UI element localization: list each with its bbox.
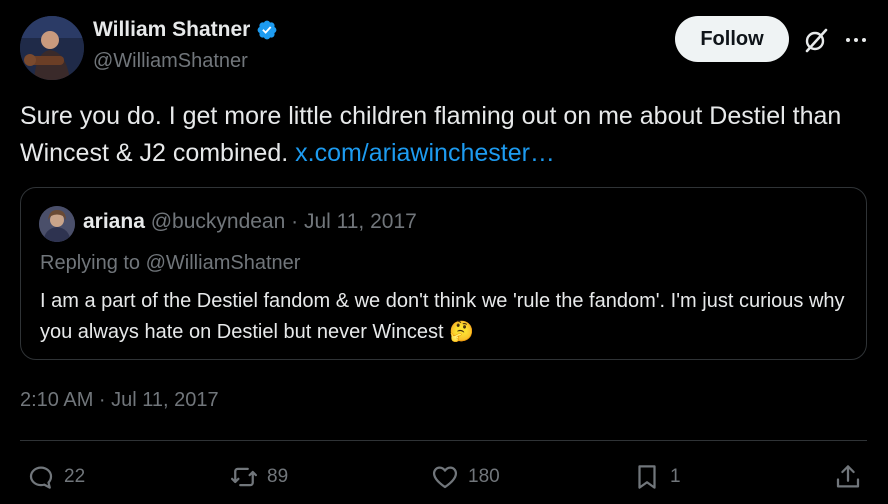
reply-icon	[29, 466, 53, 489]
follow-button[interactable]: Follow	[675, 16, 789, 62]
verified-badge-icon	[257, 20, 277, 40]
tweet-text: Sure you do. I get more little children …	[20, 98, 870, 172]
share-icon	[836, 465, 860, 488]
tweet-timestamp[interactable]: 2:10 AM · Jul 11, 2017	[20, 389, 219, 412]
reply-button[interactable]: 22	[26, 462, 85, 492]
like-button[interactable]: 180	[430, 462, 500, 492]
grok-icon[interactable]	[803, 27, 829, 53]
repost-count: 89	[267, 466, 289, 487]
like-count: 180	[468, 466, 500, 487]
bookmark-count: 1	[670, 466, 681, 487]
author-avatar[interactable]	[20, 16, 84, 80]
quote-author-name[interactable]: ariana	[83, 210, 145, 233]
more-dots-icon[interactable]	[842, 27, 870, 53]
quote-body: I am a part of the Destiel fandom & we d…	[40, 290, 845, 343]
repost-button[interactable]: 89	[229, 462, 288, 492]
tweet-link[interactable]: x.com/ariawinchester…	[295, 139, 555, 167]
quote-author-avatar[interactable]	[39, 206, 75, 242]
author-handle[interactable]: @WilliamShatner	[93, 50, 248, 73]
quote-header: ariana @buckyndean · Jul 11, 2017	[83, 210, 417, 234]
author-display-name[interactable]: William Shatner	[93, 18, 250, 42]
repost-icon	[231, 467, 257, 487]
divider	[20, 440, 867, 441]
quote-reply-context: Replying to @WilliamShatner	[40, 252, 301, 274]
quote-author-meta: @buckyndean · Jul 11, 2017	[150, 210, 417, 233]
share-button[interactable]	[833, 462, 863, 492]
bookmark-button[interactable]: 1	[632, 462, 681, 492]
bookmark-icon	[638, 465, 656, 489]
quoted-tweet[interactable]: ariana @buckyndean · Jul 11, 2017 Replyi…	[20, 187, 867, 360]
quote-text: I am a part of the Destiel fandom & we d…	[40, 286, 855, 348]
heart-icon	[432, 466, 458, 489]
author-name-row: William Shatner	[93, 18, 278, 42]
reply-count: 22	[64, 466, 86, 487]
thinking-face-emoji: 🤔	[449, 321, 474, 343]
